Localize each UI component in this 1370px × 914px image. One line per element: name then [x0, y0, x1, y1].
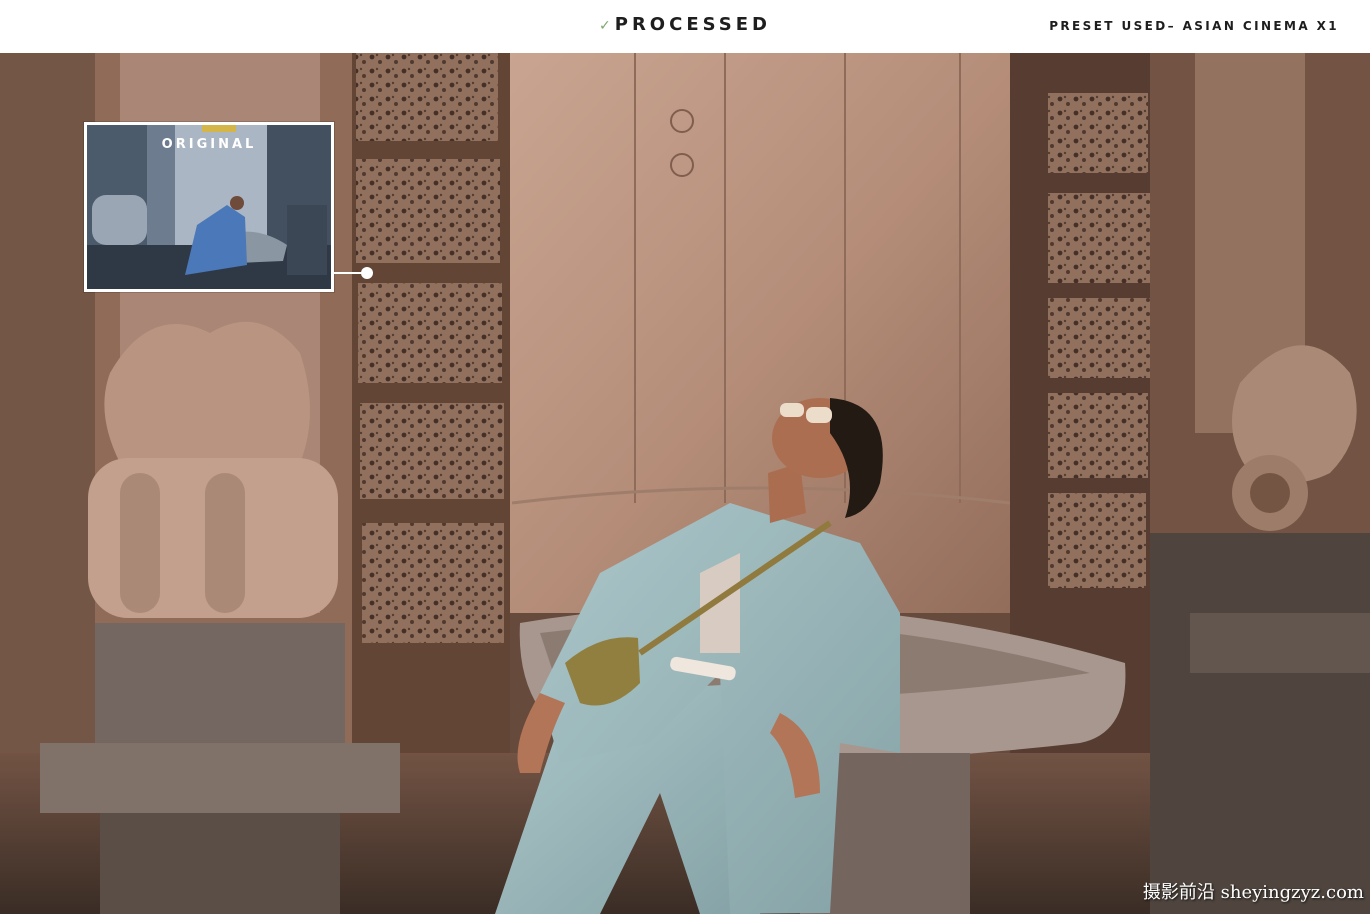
inset-tab	[202, 125, 236, 132]
inset-connector-dot	[361, 267, 373, 279]
top-bar: ✓ PROCESSED PRESET USED– ASIAN CINEMA X1	[0, 0, 1370, 53]
watermark: 摄影前沿 sheyingzyz.com	[1142, 882, 1364, 903]
check-icon: ✓	[599, 18, 611, 34]
processed-label: PROCESSED	[614, 14, 771, 35]
inset-connector-line	[331, 272, 365, 274]
original-inset: ORIGINAL	[84, 122, 334, 292]
original-label: ORIGINAL	[161, 137, 257, 152]
preset-label: PRESET USED– ASIAN CINEMA X1	[1049, 19, 1339, 33]
